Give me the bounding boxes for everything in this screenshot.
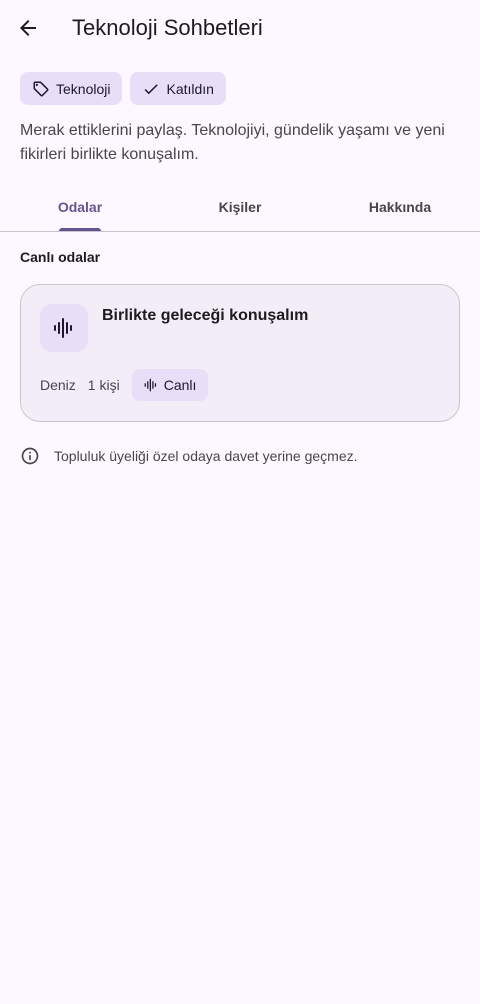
room-meta: Deniz 1 kişi Canlı (40, 368, 209, 402)
audio-wave-icon (144, 378, 156, 392)
joined-chip-label: Katıldın (166, 80, 214, 97)
info-text: Topluluk üyeliği özel odaya davet yerine… (54, 448, 358, 464)
room-title: Birlikte geleceği konuşalım (102, 307, 309, 324)
page-title: Teknoloji Sohbetleri (72, 15, 263, 40)
tab-bar: Odalar Kişiler Hakkında (0, 186, 480, 232)
tab-label: Odalar (57, 199, 103, 215)
tab-kisiler[interactable]: Kişiler (160, 186, 320, 231)
room-host: Deniz (40, 377, 76, 393)
section-heading: Canlı odalar (20, 249, 101, 265)
tab-hakkinda[interactable]: Hakkında (320, 186, 480, 231)
topic-chip-label: Teknoloji (56, 80, 111, 97)
info-icon (21, 447, 39, 465)
community-description: Merak ettiklerini paylaş. Teknolojiyi, g… (20, 122, 445, 163)
room-icon-container (40, 304, 88, 352)
joined-chip[interactable]: Katıldın (130, 72, 226, 105)
check-icon (145, 83, 159, 94)
tab-label: Kişiler (218, 199, 262, 215)
info-notice: Topluluk üyeliği özel odaya davet yerine… (20, 446, 358, 466)
top-app-bar: Teknoloji Sohbetleri (0, 0, 480, 56)
room-participants: 1 kişi (87, 377, 120, 393)
tag-icon (33, 81, 49, 96)
arrow-back-icon (20, 20, 36, 36)
audio-wave-icon (54, 318, 72, 338)
live-room-card[interactable]: Birlikte geleceği konuşalım Deniz 1 kişi… (20, 284, 460, 422)
live-status-label: Canlı (163, 377, 197, 393)
tab-odalar[interactable]: Odalar (0, 186, 160, 231)
active-tab-indicator (59, 228, 101, 231)
topic-chip[interactable]: Teknoloji (20, 72, 123, 105)
chip-row: Teknoloji Katıldın (20, 72, 226, 105)
back-button[interactable] (8, 8, 48, 48)
tab-label: Hakkında (368, 199, 432, 215)
live-status-badge: Canlı (131, 369, 209, 401)
